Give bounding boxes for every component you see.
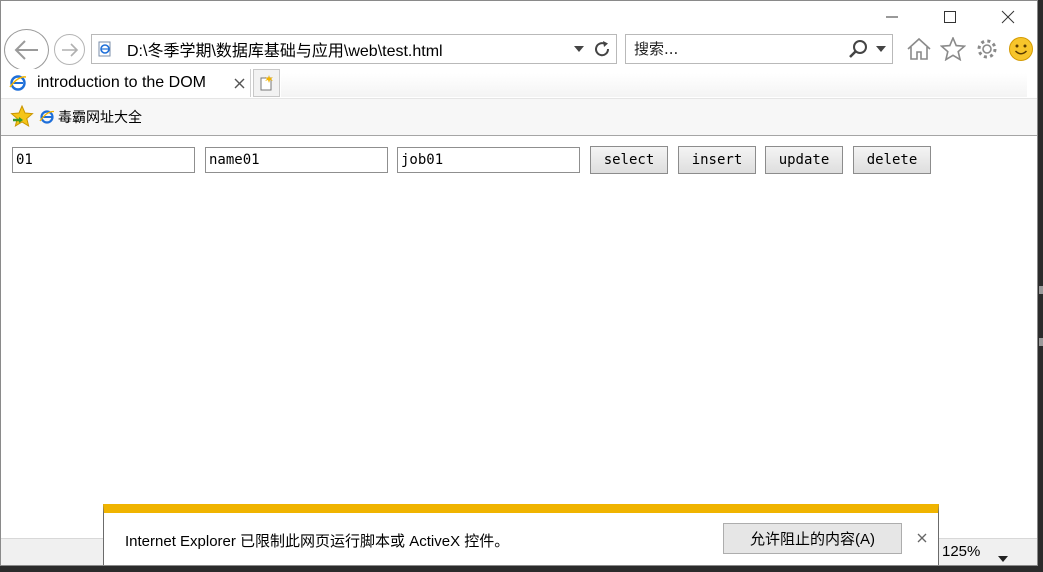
select-button[interactable]: select <box>590 146 668 174</box>
page-content: select insert update delete <box>1 137 1037 539</box>
new-tab-button[interactable] <box>253 69 280 97</box>
close-icon <box>1001 10 1015 24</box>
ie-icon <box>9 75 27 91</box>
minimize-icon <box>886 16 898 18</box>
command-icons <box>903 33 1036 65</box>
navigation-bar: D:\冬季学期\数据库基础与应用\web\test.html <box>1 29 1037 71</box>
job-input[interactable] <box>397 147 580 173</box>
favorites-button[interactable] <box>937 33 968 65</box>
zoom-dropdown-button[interactable] <box>998 547 1008 565</box>
allow-blocked-content-button[interactable]: 允许阻止的内容(A) <box>723 523 902 554</box>
chevron-down-icon <box>876 46 886 52</box>
home-icon <box>906 37 931 60</box>
close-icon <box>917 533 927 543</box>
forward-arrow-icon <box>61 42 78 57</box>
insert-button[interactable]: insert <box>678 146 756 174</box>
new-tab-icon <box>260 75 273 91</box>
notification-close-button[interactable] <box>914 530 930 546</box>
delete-button[interactable]: delete <box>853 146 931 174</box>
id-input[interactable] <box>12 147 195 173</box>
browser-window: D:\冬季学期\数据库基础与应用\web\test.html 搜索... int… <box>0 0 1038 566</box>
favorites-bar: 毒霸网址大全 <box>1 98 1037 136</box>
tab-close-button[interactable] <box>228 78 250 89</box>
refresh-button[interactable] <box>588 40 616 58</box>
search-icon <box>849 40 867 58</box>
zoom-level[interactable]: 125% <box>942 543 980 560</box>
favorites-item-label: 毒霸网址大全 <box>58 110 142 126</box>
address-url[interactable]: D:\冬季学期\数据库基础与应用\web\test.html <box>127 37 570 61</box>
tab-strip-background <box>281 73 1027 97</box>
maximize-icon <box>944 11 956 23</box>
tools-button[interactable] <box>971 33 1002 65</box>
forward-button[interactable] <box>54 34 85 65</box>
feedback-button[interactable] <box>1005 33 1036 65</box>
page-icon <box>98 41 111 57</box>
background-edge-mark <box>1039 338 1043 346</box>
add-to-favorites-bar-button[interactable] <box>9 104 35 130</box>
favorites-item-duba[interactable]: 毒霸网址大全 <box>39 107 142 127</box>
favorites-star-icon <box>939 37 966 61</box>
address-dropdown-button[interactable] <box>570 46 588 52</box>
tab-introduction-to-the-dom[interactable]: introduction to the DOM <box>1 69 251 97</box>
background-edge-mark <box>1039 286 1043 294</box>
tab-title: introduction to the DOM <box>37 74 206 91</box>
smiley-feedback-icon <box>1008 37 1033 61</box>
ie-icon <box>39 110 55 124</box>
settings-gear-icon <box>977 39 996 59</box>
search-dropdown-button[interactable] <box>870 46 892 52</box>
favorites-add-star-icon <box>10 105 34 128</box>
refresh-icon <box>595 41 610 57</box>
chevron-down-icon <box>574 46 584 52</box>
address-bar[interactable]: D:\冬季学期\数据库基础与应用\web\test.html <box>91 34 617 64</box>
notification-message: Internet Explorer 已限制此网页运行脚本或 ActiveX 控件… <box>125 533 510 550</box>
search-box <box>625 34 893 64</box>
update-button[interactable]: update <box>765 146 843 174</box>
search-input[interactable] <box>634 40 846 58</box>
back-button[interactable] <box>4 29 49 71</box>
name-input[interactable] <box>205 147 388 173</box>
close-icon <box>234 78 244 88</box>
home-button[interactable] <box>903 33 934 65</box>
tab-bar: introduction to the DOM <box>1 69 1037 97</box>
back-arrow-icon <box>14 40 38 60</box>
search-button[interactable] <box>846 39 870 59</box>
notification-bar: Internet Explorer 已限制此网页运行脚本或 ActiveX 控件… <box>103 504 939 565</box>
chevron-down-icon <box>998 556 1008 562</box>
